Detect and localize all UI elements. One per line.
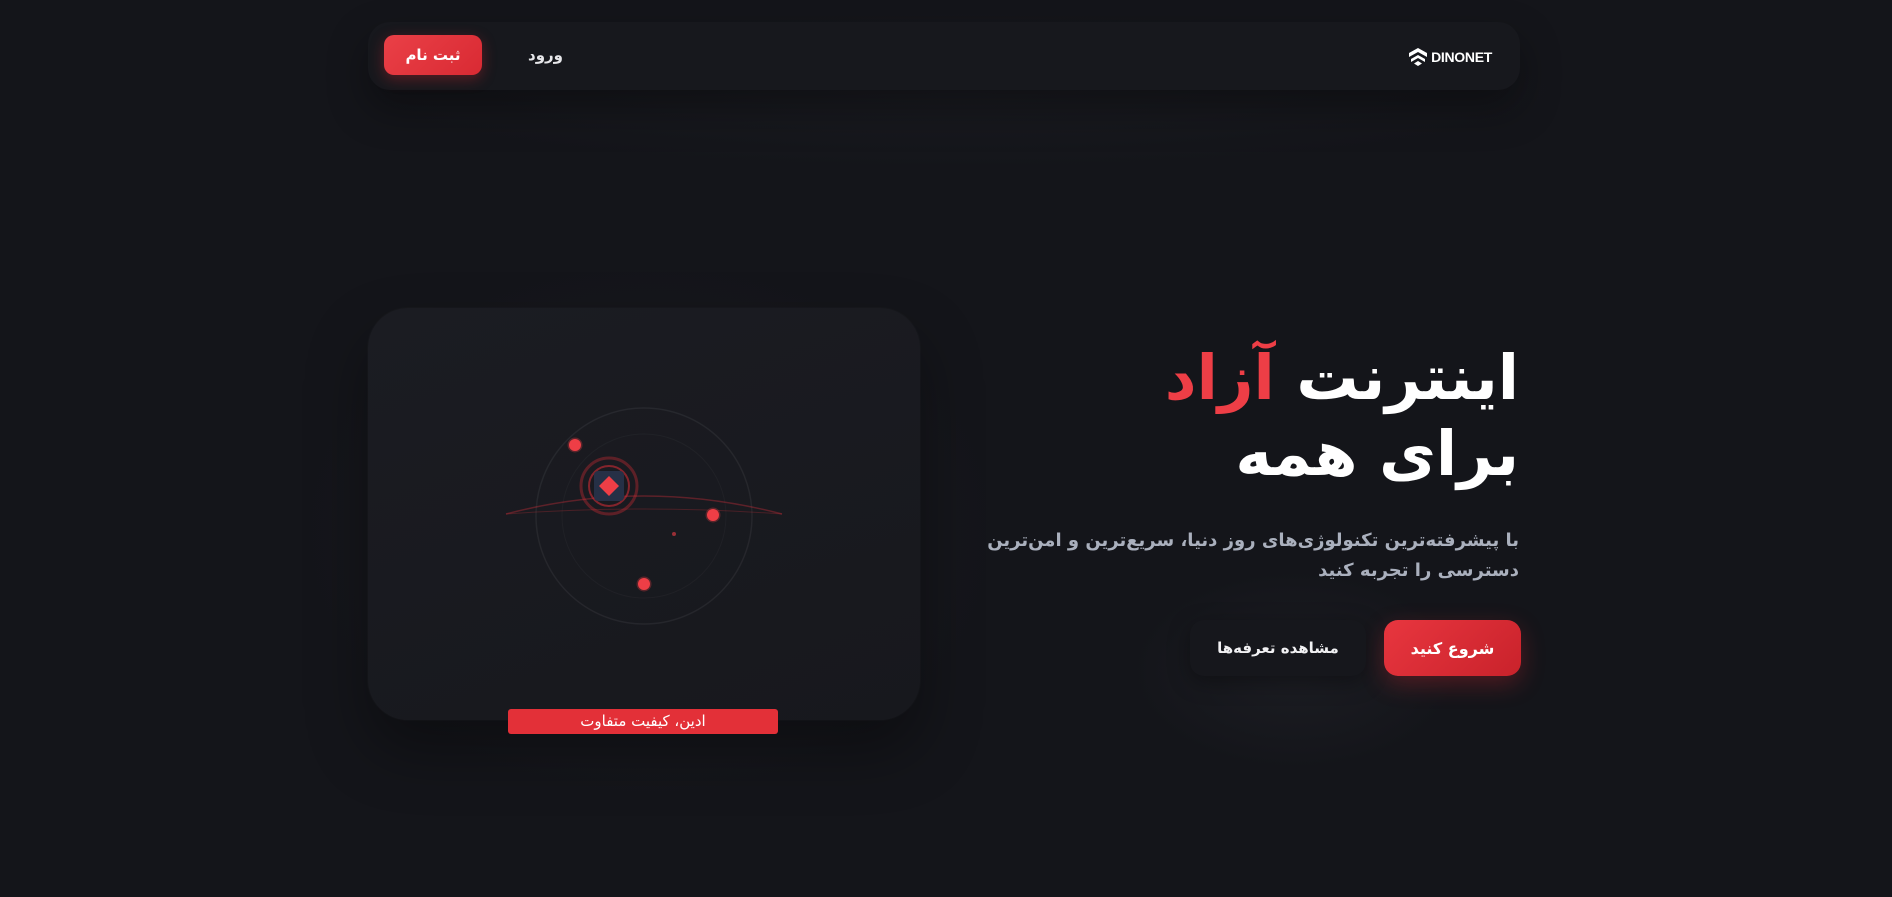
dinonet-logo-icon xyxy=(1409,48,1428,66)
satellite-dot xyxy=(567,437,583,453)
satellite-dot xyxy=(705,507,721,523)
register-button[interactable]: ثبت نام xyxy=(384,35,482,75)
orbit-arc-2 xyxy=(505,508,783,515)
small-dot xyxy=(672,532,676,536)
brand-logo[interactable]: DINONET xyxy=(1408,46,1492,68)
network-illustration xyxy=(505,407,783,625)
get-started-button[interactable]: شروع کنید xyxy=(1384,620,1521,676)
view-pricing-button[interactable]: مشاهده تعرفه‌ها xyxy=(1190,620,1366,676)
navbar: ثبت نام ورود DINONET xyxy=(368,22,1520,90)
hero-title-part1: اینترنت xyxy=(1296,341,1520,414)
hero-title-accent: آزاد xyxy=(1164,341,1276,414)
login-button[interactable]: ورود xyxy=(516,35,575,75)
orbit-inner xyxy=(562,434,726,598)
hero-title-line2: برای همه xyxy=(1235,417,1520,490)
visual-caption-badge: ادین، کیفیت متفاوت xyxy=(508,709,778,734)
satellite-dot xyxy=(636,576,652,592)
brand-name: DINONET xyxy=(1431,49,1492,65)
hero-title: اینترنت آزاد برای همه xyxy=(959,340,1520,492)
hero-section: اینترنت آزاد برای همه xyxy=(959,340,1520,492)
visual-card xyxy=(368,308,920,720)
